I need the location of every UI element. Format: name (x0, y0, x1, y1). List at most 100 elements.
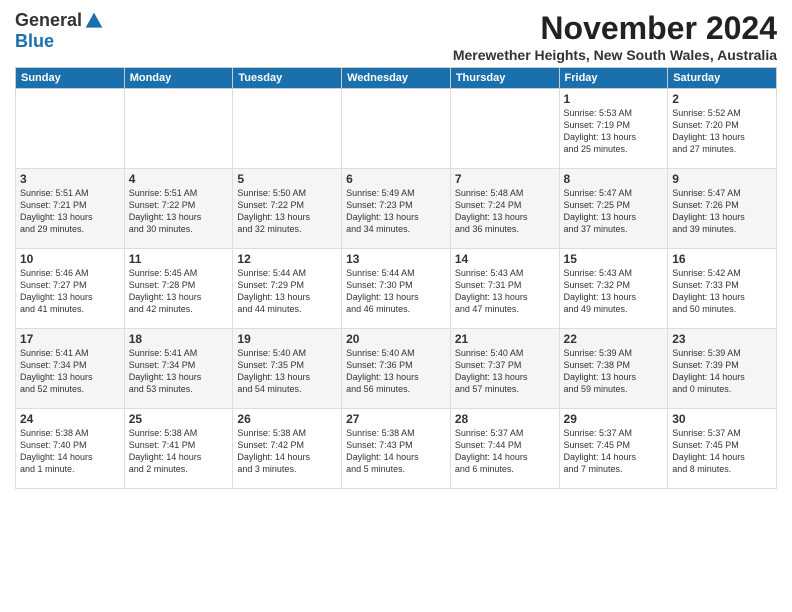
day-info: Sunrise: 5:48 AM Sunset: 7:24 PM Dayligh… (455, 187, 555, 236)
calendar-cell: 1Sunrise: 5:53 AM Sunset: 7:19 PM Daylig… (559, 89, 668, 169)
title-section: November 2024 Merewether Heights, New So… (104, 10, 777, 63)
day-info: Sunrise: 5:37 AM Sunset: 7:45 PM Dayligh… (672, 427, 772, 476)
calendar-cell: 3Sunrise: 5:51 AM Sunset: 7:21 PM Daylig… (16, 169, 125, 249)
day-info: Sunrise: 5:46 AM Sunset: 7:27 PM Dayligh… (20, 267, 120, 316)
calendar-cell: 4Sunrise: 5:51 AM Sunset: 7:22 PM Daylig… (124, 169, 233, 249)
day-number: 8 (564, 172, 664, 186)
day-info: Sunrise: 5:42 AM Sunset: 7:33 PM Dayligh… (672, 267, 772, 316)
calendar-week-3: 10Sunrise: 5:46 AM Sunset: 7:27 PM Dayli… (16, 249, 777, 329)
day-number: 28 (455, 412, 555, 426)
calendar-cell: 15Sunrise: 5:43 AM Sunset: 7:32 PM Dayli… (559, 249, 668, 329)
day-number: 6 (346, 172, 446, 186)
day-number: 30 (672, 412, 772, 426)
day-number: 12 (237, 252, 337, 266)
calendar-cell: 29Sunrise: 5:37 AM Sunset: 7:45 PM Dayli… (559, 409, 668, 489)
calendar-cell: 26Sunrise: 5:38 AM Sunset: 7:42 PM Dayli… (233, 409, 342, 489)
weekday-header-row: Sunday Monday Tuesday Wednesday Thursday… (16, 68, 777, 89)
day-info: Sunrise: 5:47 AM Sunset: 7:26 PM Dayligh… (672, 187, 772, 236)
logo-general-text: General (15, 10, 82, 31)
location-title: Merewether Heights, New South Wales, Aus… (104, 47, 777, 63)
month-title: November 2024 (104, 10, 777, 47)
day-info: Sunrise: 5:53 AM Sunset: 7:19 PM Dayligh… (564, 107, 664, 156)
header-wednesday: Wednesday (342, 68, 451, 89)
header-sunday: Sunday (16, 68, 125, 89)
calendar-cell: 2Sunrise: 5:52 AM Sunset: 7:20 PM Daylig… (668, 89, 777, 169)
day-number: 24 (20, 412, 120, 426)
day-number: 23 (672, 332, 772, 346)
logo-blue-text: Blue (15, 31, 54, 52)
calendar-cell: 23Sunrise: 5:39 AM Sunset: 7:39 PM Dayli… (668, 329, 777, 409)
day-number: 22 (564, 332, 664, 346)
calendar-table: Sunday Monday Tuesday Wednesday Thursday… (15, 67, 777, 489)
calendar-week-2: 3Sunrise: 5:51 AM Sunset: 7:21 PM Daylig… (16, 169, 777, 249)
calendar-cell: 12Sunrise: 5:44 AM Sunset: 7:29 PM Dayli… (233, 249, 342, 329)
calendar-cell: 13Sunrise: 5:44 AM Sunset: 7:30 PM Dayli… (342, 249, 451, 329)
day-info: Sunrise: 5:51 AM Sunset: 7:21 PM Dayligh… (20, 187, 120, 236)
header-monday: Monday (124, 68, 233, 89)
day-info: Sunrise: 5:43 AM Sunset: 7:32 PM Dayligh… (564, 267, 664, 316)
day-number: 4 (129, 172, 229, 186)
day-number: 15 (564, 252, 664, 266)
calendar-cell: 24Sunrise: 5:38 AM Sunset: 7:40 PM Dayli… (16, 409, 125, 489)
day-number: 10 (20, 252, 120, 266)
calendar-cell (342, 89, 451, 169)
day-number: 17 (20, 332, 120, 346)
calendar-cell: 19Sunrise: 5:40 AM Sunset: 7:35 PM Dayli… (233, 329, 342, 409)
calendar-week-4: 17 Sunrise: 5:41 AM Sunset: 7:34 PM Dayli… (16, 329, 777, 409)
calendar-cell (450, 89, 559, 169)
logo: General Blue (15, 10, 104, 52)
calendar-cell: 9Sunrise: 5:47 AM Sunset: 7:26 PM Daylig… (668, 169, 777, 249)
calendar-cell: 20Sunrise: 5:40 AM Sunset: 7:36 PM Dayli… (342, 329, 451, 409)
day-number: 26 (237, 412, 337, 426)
day-number: 5 (237, 172, 337, 186)
day-info: Sunrise: 5:40 AM Sunset: 7:36 PM Dayligh… (346, 347, 446, 396)
day-number: 18 (129, 332, 229, 346)
day-number: 16 (672, 252, 772, 266)
day-info: Sunrise: 5:38 AM Sunset: 7:43 PM Dayligh… (346, 427, 446, 476)
day-info: Sunrise: 5:38 AM Sunset: 7:41 PM Dayligh… (129, 427, 229, 476)
day-info: Sunrise: 5:39 AM Sunset: 7:38 PM Dayligh… (564, 347, 664, 396)
day-info: Sunrise: 5:51 AM Sunset: 7:22 PM Dayligh… (129, 187, 229, 236)
day-number: 3 (20, 172, 120, 186)
header: General Blue November 2024 Merewether He… (15, 10, 777, 63)
day-info: Sunrise: 5:52 AM Sunset: 7:20 PM Dayligh… (672, 107, 772, 156)
day-info: Sunrise: 5:39 AM Sunset: 7:39 PM Dayligh… (672, 347, 772, 396)
calendar-cell: 21Sunrise: 5:40 AM Sunset: 7:37 PM Dayli… (450, 329, 559, 409)
day-info: Sunrise: 5:40 AM Sunset: 7:37 PM Dayligh… (455, 347, 555, 396)
day-info: Sunrise: 5:44 AM Sunset: 7:30 PM Dayligh… (346, 267, 446, 316)
day-number: 25 (129, 412, 229, 426)
header-saturday: Saturday (668, 68, 777, 89)
day-info: Sunrise: 5:38 AM Sunset: 7:40 PM Dayligh… (20, 427, 120, 476)
day-info: Sunrise: 5:38 AM Sunset: 7:42 PM Dayligh… (237, 427, 337, 476)
day-info: Sunrise: 5:47 AM Sunset: 7:25 PM Dayligh… (564, 187, 664, 236)
day-info: Sunrise: 5:44 AM Sunset: 7:29 PM Dayligh… (237, 267, 337, 316)
calendar-cell (124, 89, 233, 169)
calendar-cell: 28Sunrise: 5:37 AM Sunset: 7:44 PM Dayli… (450, 409, 559, 489)
calendar-cell: 17Sunrise: 5:41 AM Sunset: 7:34 PM Dayli… (16, 329, 125, 409)
calendar-cell: 16Sunrise: 5:42 AM Sunset: 7:33 PM Dayli… (668, 249, 777, 329)
logo-icon (84, 11, 104, 31)
day-number: 20 (346, 332, 446, 346)
calendar-cell: 30Sunrise: 5:37 AM Sunset: 7:45 PM Dayli… (668, 409, 777, 489)
header-friday: Friday (559, 68, 668, 89)
calendar-cell: 27Sunrise: 5:38 AM Sunset: 7:43 PM Dayli… (342, 409, 451, 489)
calendar-cell: 6Sunrise: 5:49 AM Sunset: 7:23 PM Daylig… (342, 169, 451, 249)
day-number: 27 (346, 412, 446, 426)
header-tuesday: Tuesday (233, 68, 342, 89)
day-info: Sunrise: 5:50 AM Sunset: 7:22 PM Dayligh… (237, 187, 337, 236)
calendar-cell: 25Sunrise: 5:38 AM Sunset: 7:41 PM Dayli… (124, 409, 233, 489)
day-number: 19 (237, 332, 337, 346)
day-number: 7 (455, 172, 555, 186)
day-info: Sunrise: 5:45 AM Sunset: 7:28 PM Dayligh… (129, 267, 229, 316)
day-number: 11 (129, 252, 229, 266)
day-number: 29 (564, 412, 664, 426)
day-info: Sunrise: 5:43 AM Sunset: 7:31 PM Dayligh… (455, 267, 555, 316)
day-info: Sunrise: 5:49 AM Sunset: 7:23 PM Dayligh… (346, 187, 446, 236)
calendar-cell: 5Sunrise: 5:50 AM Sunset: 7:22 PM Daylig… (233, 169, 342, 249)
calendar-cell (16, 89, 125, 169)
day-number: 14 (455, 252, 555, 266)
calendar-week-5: 24Sunrise: 5:38 AM Sunset: 7:40 PM Dayli… (16, 409, 777, 489)
day-info: Sunrise: 5:41 AM Sunset: 7:34 PM Dayligh… (129, 347, 229, 396)
calendar-cell: 7Sunrise: 5:48 AM Sunset: 7:24 PM Daylig… (450, 169, 559, 249)
day-number: 1 (564, 92, 664, 106)
